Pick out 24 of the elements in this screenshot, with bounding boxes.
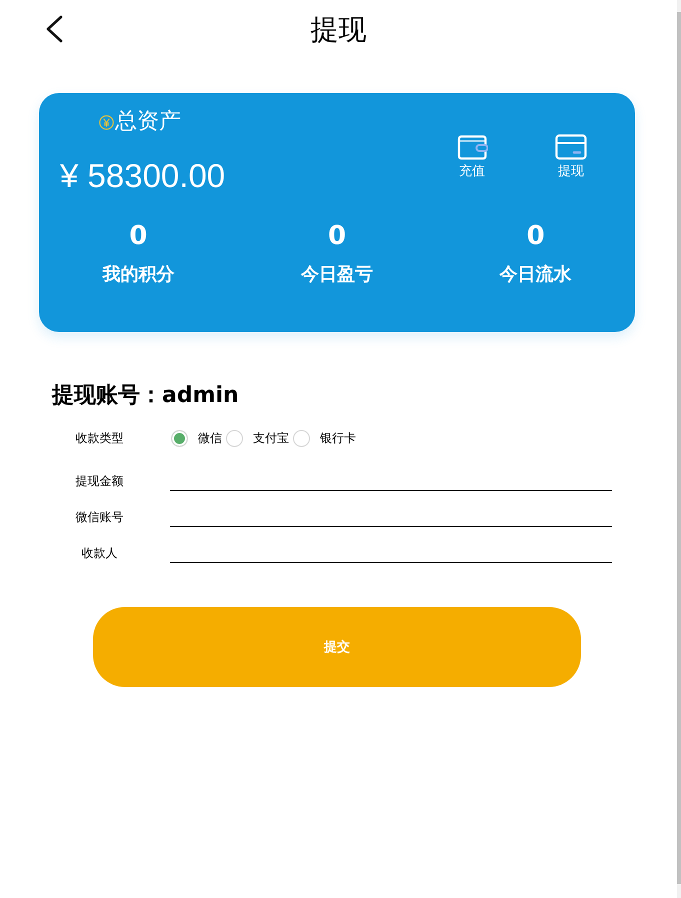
- radio-button[interactable]: [226, 430, 243, 446]
- stat-label: 今日盈亏: [301, 263, 373, 287]
- stat-value: 0: [129, 221, 148, 251]
- radio-label[interactable]: 微信: [198, 430, 222, 446]
- stat-label: 今日流水: [500, 263, 572, 287]
- stat-value: 0: [328, 221, 346, 251]
- field-label: 微信账号: [74, 509, 124, 525]
- field-label: 收款人: [80, 545, 118, 561]
- card-icon: [555, 134, 587, 160]
- radio-button[interactable]: [171, 430, 188, 446]
- coin-icon: [99, 114, 114, 130]
- stat-label: 我的积分: [102, 263, 174, 287]
- asset-title: 总资产: [115, 108, 181, 136]
- radio-label[interactable]: 银行卡: [320, 430, 356, 446]
- back-icon[interactable]: [45, 15, 63, 43]
- stat-value: 0: [526, 221, 545, 251]
- field-label: 收款类型: [74, 430, 124, 446]
- account-title: 提现账号：admin: [52, 382, 240, 410]
- page-title: 提现: [310, 12, 366, 48]
- field-label: 提现金额: [74, 473, 124, 489]
- radio-button[interactable]: [293, 430, 310, 446]
- asset-amount: ¥ 58300.00: [60, 156, 226, 196]
- wallet-icon: [456, 134, 488, 160]
- radio-label[interactable]: 支付宝: [253, 430, 289, 446]
